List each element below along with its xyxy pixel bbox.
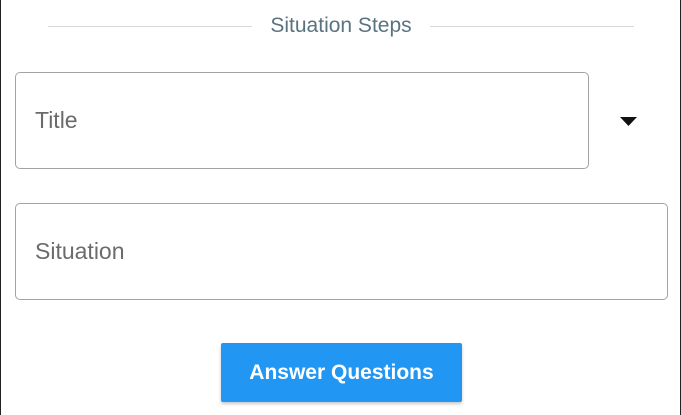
answer-questions-button[interactable]: Answer Questions: [221, 343, 462, 402]
situation-field[interactable]: [15, 203, 668, 300]
section-divider: Situation Steps: [48, 8, 635, 44]
divider-line-right: [429, 25, 635, 27]
title-field[interactable]: [15, 72, 589, 169]
divider-line-left: [48, 25, 253, 27]
caret-down-icon: [619, 116, 637, 126]
situation-steps-panel: Situation Steps Answer Questions: [0, 0, 681, 415]
section-heading: Situation Steps: [270, 14, 412, 37]
title-input[interactable]: [16, 73, 588, 168]
title-dropdown-toggle[interactable]: [607, 102, 649, 140]
situation-input[interactable]: [16, 204, 667, 299]
